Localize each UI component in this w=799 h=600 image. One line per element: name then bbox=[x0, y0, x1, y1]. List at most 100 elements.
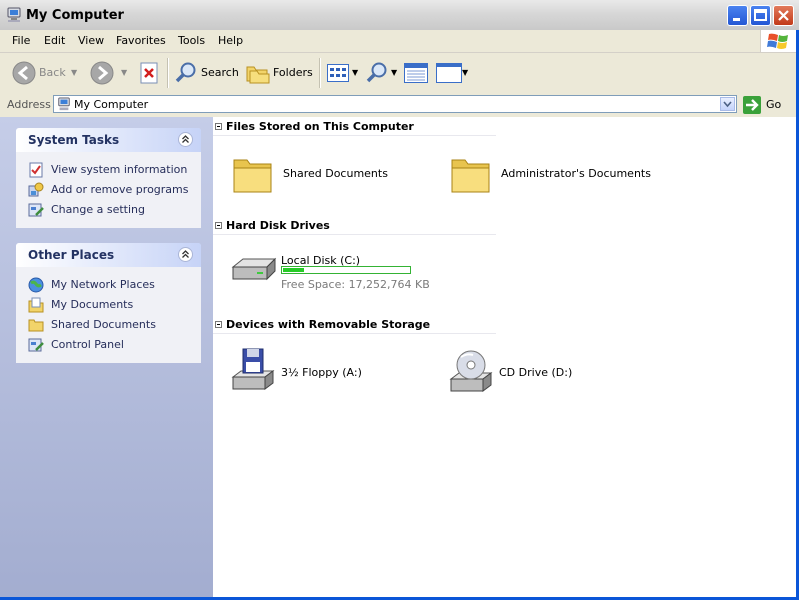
delete-x-icon bbox=[140, 62, 158, 84]
other-places-header[interactable]: Other Places bbox=[16, 243, 201, 267]
menu-favorites[interactable]: Favorites bbox=[116, 34, 166, 47]
go-button[interactable] bbox=[743, 96, 761, 114]
explorer-window: My Computer File Edit View Favorites Too… bbox=[0, 0, 799, 600]
windows-logo bbox=[760, 30, 797, 52]
task-add-remove-programs[interactable]: Add or remove programs bbox=[16, 180, 201, 200]
system-tasks-body: View system information Add or remove pr… bbox=[16, 152, 201, 228]
folders-icon bbox=[246, 66, 270, 84]
collapse-system-tasks-button[interactable] bbox=[178, 132, 193, 147]
network-globe-icon bbox=[28, 277, 44, 293]
system-tasks-header[interactable]: System Tasks bbox=[16, 128, 201, 152]
menu-tools[interactable]: Tools bbox=[178, 34, 205, 47]
address-value: My Computer bbox=[74, 98, 149, 111]
file-view: Files Stored on This Computer Shared Doc… bbox=[213, 117, 796, 597]
menu-view[interactable]: View bbox=[78, 34, 104, 47]
item-floppy-a[interactable]: 3½ Floppy (A:) bbox=[229, 347, 439, 397]
place-my-network-places[interactable]: My Network Places bbox=[16, 275, 201, 295]
up-folder-button[interactable] bbox=[138, 53, 162, 93]
task-view-system-information[interactable]: View system information bbox=[16, 160, 201, 180]
item-cd-drive-d[interactable]: CD Drive (D:) bbox=[447, 347, 657, 397]
maximize-icon bbox=[754, 9, 767, 21]
task-label: View system information bbox=[51, 163, 188, 176]
back-label: Back bbox=[39, 66, 66, 79]
forward-dropdown-icon[interactable]: ▼ bbox=[121, 68, 127, 77]
toolbar-separator bbox=[319, 58, 321, 88]
menu-help[interactable]: Help bbox=[218, 34, 243, 47]
place-label: My Network Places bbox=[51, 278, 155, 291]
hard-disk-icon bbox=[231, 257, 277, 281]
item-label: Shared Documents bbox=[283, 167, 388, 180]
folders-button[interactable]: Folders bbox=[244, 53, 314, 93]
back-dropdown-icon[interactable]: ▼ bbox=[71, 68, 77, 77]
disk-usage-bar bbox=[281, 266, 411, 274]
group-removable-storage[interactable]: Devices with Removable Storage bbox=[213, 317, 496, 334]
minimize-button[interactable] bbox=[727, 5, 748, 26]
folder-icon bbox=[28, 319, 44, 332]
double-chevron-up-icon bbox=[182, 135, 189, 143]
item-administrators-documents[interactable]: Administrator's Documents bbox=[449, 152, 659, 202]
maximize-button[interactable] bbox=[750, 5, 771, 26]
control-panel-icon bbox=[28, 203, 44, 217]
search-button[interactable]: Search bbox=[172, 53, 239, 93]
address-bar: Address My Computer Go bbox=[0, 93, 799, 118]
task-change-setting[interactable]: Change a setting bbox=[16, 200, 201, 220]
place-control-panel[interactable]: Control Panel bbox=[16, 335, 201, 355]
magnifier-icon bbox=[366, 62, 387, 83]
collapse-group-icon[interactable] bbox=[215, 222, 222, 229]
place-label: Shared Documents bbox=[51, 318, 156, 331]
windows-flag-icon bbox=[767, 33, 788, 49]
my-documents-icon bbox=[28, 297, 44, 313]
system-tasks-title: System Tasks bbox=[28, 133, 120, 147]
place-my-documents[interactable]: My Documents bbox=[16, 295, 201, 315]
address-label: Address bbox=[7, 98, 51, 111]
place-label: My Documents bbox=[51, 298, 134, 311]
views-button[interactable]: ▼ bbox=[325, 53, 361, 93]
window-icon bbox=[436, 63, 462, 83]
collapse-group-icon[interactable] bbox=[215, 321, 222, 328]
collapse-group-icon[interactable] bbox=[215, 123, 222, 130]
group-files-stored[interactable]: Files Stored on This Computer bbox=[213, 119, 496, 136]
go-label[interactable]: Go bbox=[766, 98, 781, 111]
item-label: CD Drive (D:) bbox=[499, 366, 573, 379]
back-button[interactable]: Back ▼ bbox=[10, 53, 82, 93]
details-icon bbox=[404, 63, 428, 83]
other-places-body: My Network Places My Documents Shared Do… bbox=[16, 267, 201, 363]
group-hard-disk-drives[interactable]: Hard Disk Drives bbox=[213, 218, 496, 235]
window-view-dropdown-icon[interactable]: ▼ bbox=[462, 68, 468, 77]
search-options-dropdown-icon[interactable]: ▼ bbox=[391, 68, 397, 77]
collapse-other-places-button[interactable] bbox=[178, 247, 193, 262]
title-bar[interactable]: My Computer bbox=[0, 0, 799, 31]
menu-file[interactable]: File bbox=[12, 34, 30, 47]
window-title: My Computer bbox=[26, 8, 124, 23]
item-label: Administrator's Documents bbox=[501, 167, 651, 180]
system-info-icon bbox=[29, 162, 43, 178]
item-shared-documents[interactable]: Shared Documents bbox=[231, 152, 441, 202]
search-options-button[interactable]: ▼ bbox=[365, 53, 401, 93]
minimize-icon bbox=[733, 18, 740, 21]
search-icon bbox=[175, 62, 196, 83]
forward-arrow-icon bbox=[90, 61, 114, 85]
other-places-panel: Other Places My Network Places My Docume… bbox=[16, 243, 201, 363]
floppy-drive-icon bbox=[231, 348, 275, 390]
cd-drive-icon bbox=[449, 350, 493, 392]
task-label: Add or remove programs bbox=[51, 183, 189, 196]
address-dropdown-button[interactable] bbox=[720, 97, 735, 111]
toolbar-separator bbox=[167, 58, 169, 88]
forward-button[interactable]: ▼ bbox=[88, 53, 130, 93]
group-title: Files Stored on This Computer bbox=[226, 120, 414, 133]
search-label: Search bbox=[201, 66, 239, 79]
place-shared-documents[interactable]: Shared Documents bbox=[16, 315, 201, 335]
close-button[interactable] bbox=[773, 5, 794, 26]
menu-edit[interactable]: Edit bbox=[44, 34, 65, 47]
free-space-text: Free Space: 17,252,764 KB bbox=[281, 278, 430, 291]
disk-usage-fill bbox=[283, 268, 304, 272]
views-dropdown-icon[interactable]: ▼ bbox=[352, 68, 358, 77]
details-button[interactable] bbox=[403, 53, 431, 93]
task-label: Change a setting bbox=[51, 203, 145, 216]
folders-label: Folders bbox=[273, 66, 313, 79]
address-input[interactable]: My Computer bbox=[53, 95, 737, 113]
views-icon bbox=[327, 64, 349, 82]
close-icon bbox=[778, 10, 789, 21]
item-label: 3½ Floppy (A:) bbox=[281, 366, 362, 379]
window-view-button[interactable]: ▼ bbox=[435, 53, 471, 93]
